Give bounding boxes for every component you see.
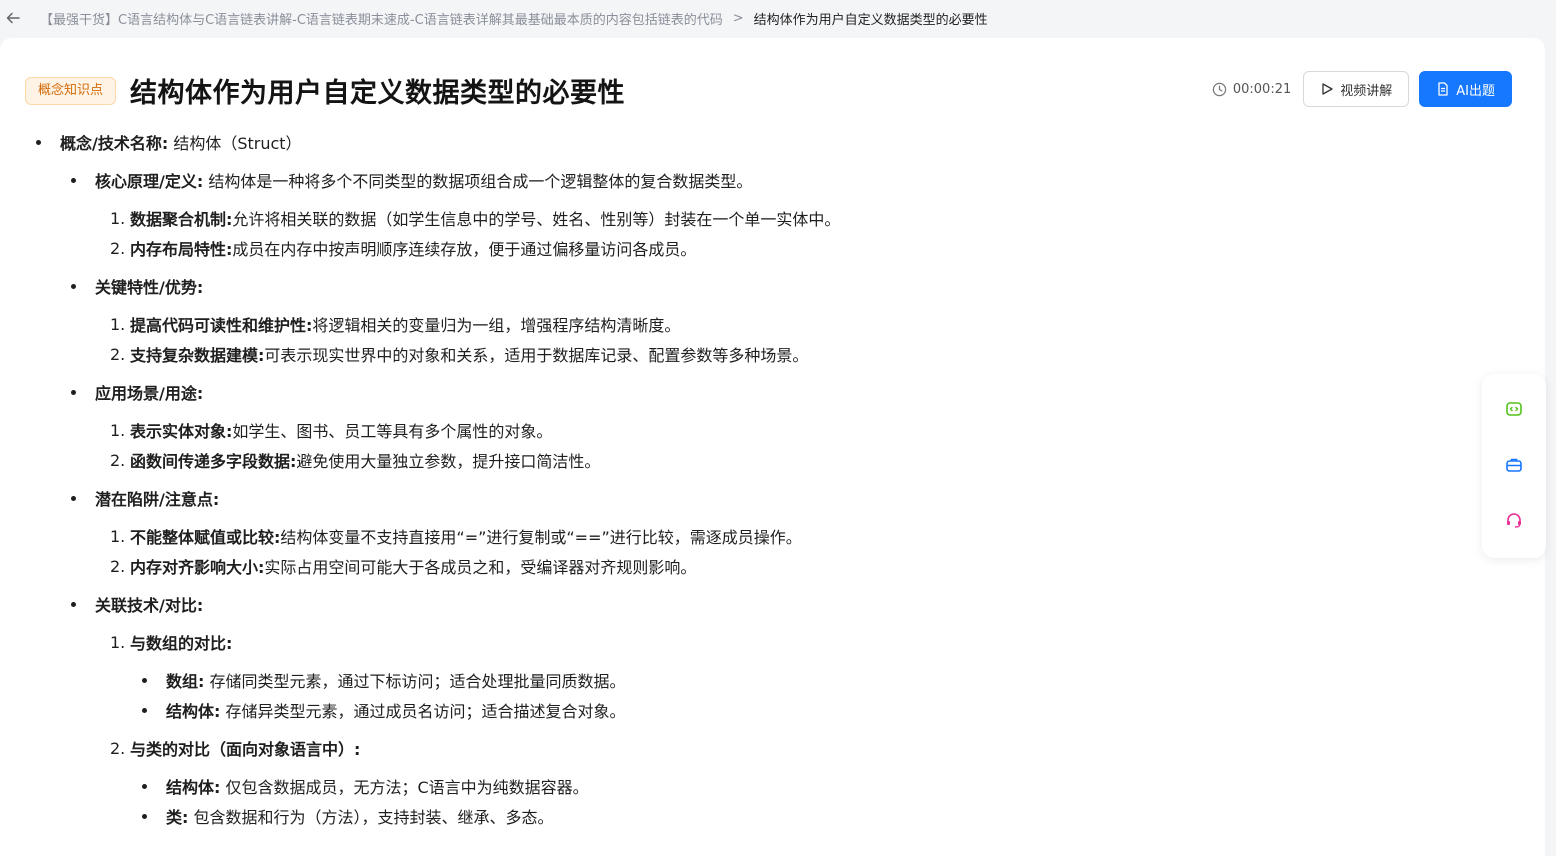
item-number: 1. xyxy=(110,632,126,652)
play-icon xyxy=(1322,83,1333,95)
list-item-usage-1: 1. 表示实体对象: 如学生、图书、员工等具有多个属性的对象。 xyxy=(110,420,553,442)
item-text: 将逻辑相关的变量归为一组，增强程序结构清晰度。 xyxy=(312,316,681,335)
top-bar: 【最强干货】C语言结构体与C语言链表讲解-C语言链表期末速成-C语言链表详解其最… xyxy=(0,0,1556,36)
breadcrumb-current: 结构体作为用户自定义数据类型的必要性 xyxy=(753,12,988,28)
item-text: 可表示现实世界中的对象和关系，适用于数据库记录、配置参数等多种场景。 xyxy=(264,346,809,365)
item-text: 仅包含数据成员，无方法；C语言中为纯数据容器。 xyxy=(220,778,589,797)
list-item-feature-2: 2. 支持复杂数据建模: 可表示现实世界中的对象和关系，适用于数据库记录、配置参… xyxy=(110,344,809,366)
list-item-related-2: 2. 与类的对比（面向对象语言中）: xyxy=(110,738,361,760)
item-label: 函数间传递多字段数据: xyxy=(130,452,297,471)
list-item-feature-1: 1. 提高代码可读性和维护性: 将逻辑相关的变量归为一组，增强程序结构清晰度。 xyxy=(110,314,681,336)
study-timer: 00:00:21 xyxy=(1212,82,1291,97)
list-item-pitfall-1: 1. 不能整体赋值或比较: 结构体变量不支持直接用“=”进行复制或“==”进行比… xyxy=(110,526,802,548)
item-label: 提高代码可读性和维护性: xyxy=(130,316,313,335)
item-text: 避免使用大量独立参数，提升接口简洁性。 xyxy=(296,452,601,471)
list-item-pitfalls: 潜在陷阱/注意点: xyxy=(71,488,220,509)
clock-icon xyxy=(1212,82,1227,96)
item-label: 关联技术/对比: xyxy=(95,596,204,615)
item-label: 与数组的对比: xyxy=(130,634,233,653)
ai-quiz-label: AI出题 xyxy=(1456,83,1495,99)
headset-icon[interactable] xyxy=(1505,511,1523,529)
bullet xyxy=(142,677,147,683)
item-text: 允许将相关联的数据（如学生信息中的学号、姓名、性别等）封装在一个单一实体中。 xyxy=(232,210,841,229)
bullet xyxy=(71,601,76,607)
list-item-related-1-sub-2: 结构体: 存储异类型元素，通过成员名访问；适合描述复合对象。 xyxy=(142,700,626,721)
item-text: 实际占用空间可能大于各成员之和，受编译器对齐规则影响。 xyxy=(264,558,697,577)
list-item-concept: 概念/技术名称: 结构体（Struct） xyxy=(36,132,302,153)
item-text: 结构体变量不支持直接用“=”进行复制或“==”进行比较，需逐成员操作。 xyxy=(280,528,802,547)
item-label: 内存对齐影响大小: xyxy=(130,558,265,577)
list-item-related-2-sub-2: 类: 包含数据和行为（方法），支持封装、继承、多态。 xyxy=(142,806,554,827)
list-item-related-2-sub-1: 结构体: 仅包含数据成员，无方法；C语言中为纯数据容器。 xyxy=(142,776,589,797)
item-label: 内存布局特性: xyxy=(130,240,233,259)
list-item-features: 关键特性/优势: xyxy=(71,276,204,297)
item-label: 潜在陷阱/注意点: xyxy=(95,490,220,509)
list-item-usage: 应用场景/用途: xyxy=(71,382,204,403)
item-label: 核心原理/定义: xyxy=(95,172,204,191)
item-number: 1. xyxy=(110,314,126,334)
breadcrumb-course-link[interactable]: 【最强干货】C语言结构体与C语言链表讲解-C语言链表期末速成-C语言链表详解其最… xyxy=(40,9,723,28)
content-card: 概念知识点 结构体作为用户自定义数据类型的必要性 00:00:21 视频讲解 A… xyxy=(0,38,1545,856)
chat-bot-icon[interactable] xyxy=(1505,400,1523,418)
bullet xyxy=(142,783,147,789)
bullet xyxy=(71,389,76,395)
list-item-related-1: 1. 与数组的对比: xyxy=(110,632,233,654)
list-item-core: 核心原理/定义: 结构体是一种将多个不同类型的数据项组合成一个逻辑整体的复合数据… xyxy=(71,170,753,191)
bullet xyxy=(142,813,147,819)
list-item-usage-2: 2. 函数间传递多字段数据: 避免使用大量独立参数，提升接口简洁性。 xyxy=(110,450,601,472)
item-text: 结构体是一种将多个不同类型的数据项组合成一个逻辑整体的复合数据类型。 xyxy=(203,172,753,191)
breadcrumb-separator: > xyxy=(732,10,744,26)
timer-value: 00:00:21 xyxy=(1232,81,1292,97)
list-item-core-1: 1. 数据聚合机制: 允许将相关联的数据（如学生信息中的学号、姓名、性别等）封装… xyxy=(110,208,841,230)
item-label: 不能整体赋值或比较: xyxy=(130,528,281,547)
item-number: 2. xyxy=(110,238,126,258)
item-label: 关键特性/优势: xyxy=(95,278,204,297)
item-number: 2. xyxy=(110,450,126,470)
ai-quiz-button[interactable]: AI出题 xyxy=(1419,71,1512,107)
list-item-related: 关联技术/对比: xyxy=(71,594,204,615)
video-explain-button[interactable]: 视频讲解 xyxy=(1303,71,1410,107)
item-label: 结构体: xyxy=(166,702,221,721)
bullet xyxy=(142,707,147,713)
item-label: 表示实体对象: xyxy=(130,422,233,441)
back-arrow-icon[interactable] xyxy=(0,5,26,31)
document-icon xyxy=(1438,82,1448,96)
item-label: 概念/技术名称: xyxy=(60,134,169,153)
item-number: 1. xyxy=(110,420,126,440)
list-item-pitfall-2: 2. 内存对齐影响大小: 实际占用空间可能大于各成员之和，受编译器对齐规则影响。 xyxy=(110,556,697,578)
floating-toolbar xyxy=(1482,374,1546,558)
item-text: 包含数据和行为（方法），支持封装、继承、多态。 xyxy=(188,808,554,827)
header-actions: 00:00:21 视频讲解 AI出题 xyxy=(1212,71,1512,107)
item-label: 应用场景/用途: xyxy=(95,384,204,403)
page-header: 概念知识点 结构体作为用户自定义数据类型的必要性 xyxy=(25,71,625,110)
item-text: 存储同类型元素，通过下标访问；适合处理批量同质数据。 xyxy=(204,672,626,691)
bullet xyxy=(71,495,76,501)
item-label: 数组: xyxy=(166,672,205,691)
item-text: 存储异类型元素，通过成员名访问；适合描述复合对象。 xyxy=(220,702,626,721)
item-number: 2. xyxy=(110,344,126,364)
item-label: 支持复杂数据建模: xyxy=(130,346,265,365)
item-label: 类: xyxy=(166,808,189,827)
item-text: 如学生、图书、员工等具有多个属性的对象。 xyxy=(232,422,553,441)
page-title: 结构体作为用户自定义数据类型的必要性 xyxy=(130,78,626,109)
item-label: 与类的对比（面向对象语言中）: xyxy=(130,740,361,759)
item-text: 结构体（Struct） xyxy=(168,134,302,153)
concept-tag: 概念知识点 xyxy=(25,76,117,105)
video-explain-label: 视频讲解 xyxy=(1340,83,1393,99)
item-label: 数据聚合机制: xyxy=(130,210,233,229)
bullet xyxy=(36,139,41,145)
list-item-core-2: 2. 内存布局特性: 成员在内存中按声明顺序连续存放，便于通过偏移量访问各成员。 xyxy=(110,238,697,260)
item-number: 2. xyxy=(110,556,126,576)
bullet xyxy=(71,283,76,289)
item-text: 成员在内存中按声明顺序连续存放，便于通过偏移量访问各成员。 xyxy=(232,240,697,259)
list-item-related-1-sub-1: 数组: 存储同类型元素，通过下标访问；适合处理批量同质数据。 xyxy=(142,670,626,691)
bullet xyxy=(71,177,76,183)
item-label: 结构体: xyxy=(166,778,221,797)
toolbox-icon[interactable] xyxy=(1505,456,1523,474)
item-number: 2. xyxy=(110,738,126,758)
item-number: 1. xyxy=(110,526,126,546)
item-number: 1. xyxy=(110,208,126,228)
